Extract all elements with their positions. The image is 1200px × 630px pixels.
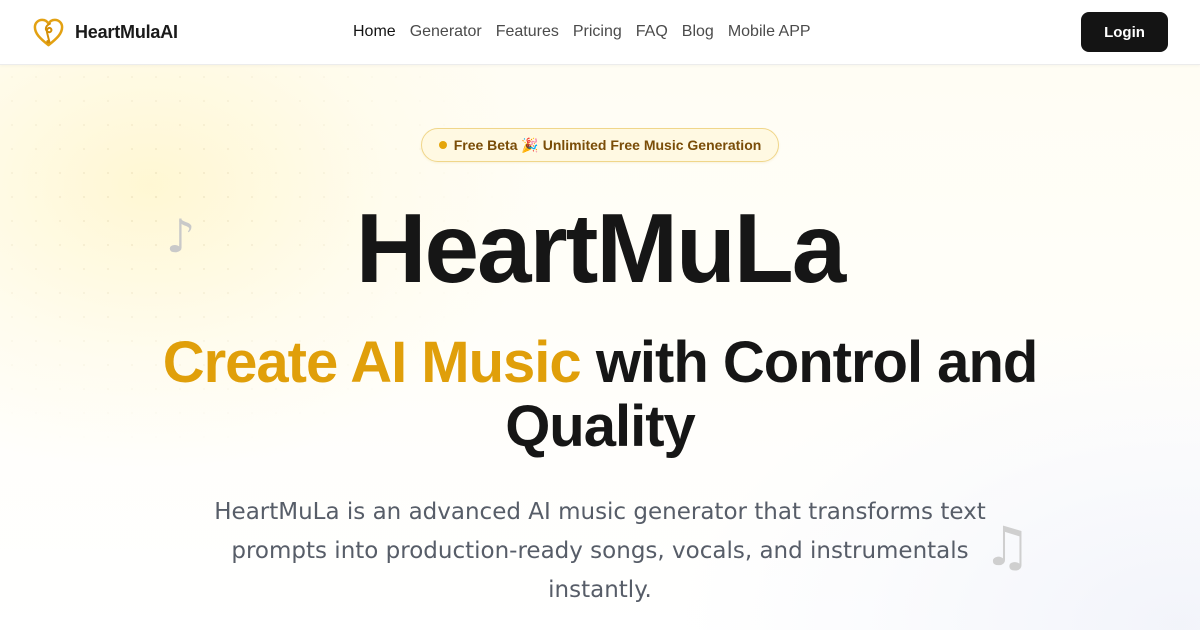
site-header: HeartMulaAI Home Generator Features Pric… [0, 0, 1200, 65]
beamed-notes-icon: ♫ [983, 515, 1032, 578]
nav-item-generator[interactable]: Generator [410, 23, 482, 41]
beta-badge: Free Beta 🎉 Unlimited Free Music Generat… [421, 128, 779, 162]
hero-subtitle-accent: Create AI Music [162, 330, 582, 395]
beta-badge-label: Free Beta 🎉 Unlimited Free Music Generat… [453, 136, 762, 153]
brand-name: HeartMulaAI [75, 22, 178, 42]
treble-clef-heart-icon [33, 18, 64, 47]
nav-item-faq[interactable]: FAQ [636, 23, 668, 41]
nav-item-home[interactable]: Home [353, 23, 396, 41]
nav-item-pricing[interactable]: Pricing [573, 23, 622, 41]
hero-section: ♪ ♫ Free Beta 🎉 Unlimited Free Music Gen… [0, 65, 1200, 630]
hero-subtitle: Create AI Music with Control and Quality [100, 331, 1100, 459]
brand-logo[interactable]: HeartMulaAI [32, 16, 178, 49]
nav-item-mobile-app[interactable]: Mobile APP [728, 23, 811, 41]
nav-item-features[interactable]: Features [496, 23, 559, 41]
hero-description: HeartMuLa is an advanced AI music genera… [214, 499, 986, 603]
login-button[interactable]: Login [1081, 12, 1168, 52]
hero-title: HeartMuLa [355, 193, 846, 303]
main-nav: Home Generator Features Pricing FAQ Blog… [353, 21, 811, 43]
status-dot-icon [438, 141, 447, 149]
nav-item-blog[interactable]: Blog [682, 23, 714, 41]
hero-subtitle-rest: with Control and Quality [505, 330, 1038, 459]
